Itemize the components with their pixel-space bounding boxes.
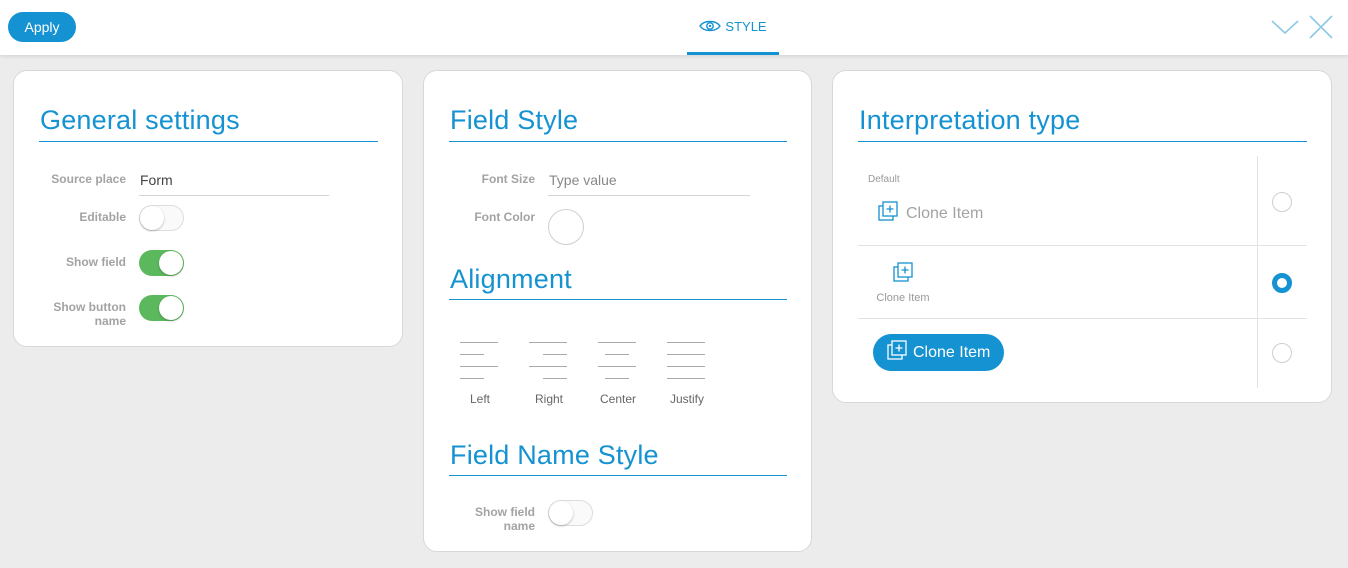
option-label: Clone Item bbox=[913, 343, 991, 361]
font-size-underline bbox=[548, 195, 750, 196]
default-tag: Default bbox=[868, 174, 900, 185]
top-toolbar: Apply STYLE bbox=[0, 0, 1348, 55]
radio-option-2[interactable] bbox=[1272, 273, 1292, 293]
source-place-value[interactable]: Form bbox=[140, 172, 173, 188]
align-center-icon bbox=[598, 342, 638, 384]
tab-style[interactable]: STYLE bbox=[687, 0, 779, 55]
title-divider bbox=[449, 475, 787, 476]
show-field-toggle[interactable] bbox=[139, 250, 184, 276]
alignment-title: Alignment bbox=[450, 264, 572, 294]
title-divider bbox=[858, 141, 1307, 142]
align-left-button[interactable] bbox=[455, 342, 505, 384]
radio-option-3[interactable] bbox=[1272, 343, 1292, 363]
show-field-name-label: Show field name bbox=[475, 505, 535, 533]
close-icon[interactable] bbox=[1307, 13, 1335, 41]
align-left-icon bbox=[460, 342, 500, 384]
option-icon-over-text-preview[interactable]: Clone Item bbox=[873, 262, 933, 304]
align-right-icon bbox=[529, 342, 569, 384]
option-label: Clone Item bbox=[906, 204, 984, 222]
field-style-title: Field Style bbox=[450, 105, 579, 135]
general-settings-card: General settings Source place Form Edita… bbox=[13, 70, 403, 347]
align-justify-label: Justify bbox=[669, 392, 704, 406]
row-divider bbox=[858, 318, 1307, 319]
option-icon-text-preview[interactable]: Clone Item bbox=[878, 201, 983, 226]
source-place-underline bbox=[139, 195, 329, 196]
title-divider bbox=[449, 141, 787, 142]
general-settings-title: General settings bbox=[40, 105, 240, 135]
interpretation-type-title: Interpretation type bbox=[859, 105, 1081, 135]
font-color-picker[interactable] bbox=[548, 209, 584, 245]
clone-icon bbox=[893, 262, 913, 287]
show-field-label: Show field bbox=[66, 255, 126, 269]
clone-icon bbox=[878, 201, 898, 226]
title-divider bbox=[39, 141, 378, 142]
align-justify-button[interactable] bbox=[662, 342, 712, 384]
field-style-card: Field Style Font Size Type value Font Co… bbox=[423, 70, 812, 552]
editable-toggle[interactable] bbox=[139, 205, 184, 231]
show-field-name-toggle[interactable] bbox=[548, 500, 593, 526]
align-right-button[interactable] bbox=[524, 342, 574, 384]
radio-option-1[interactable] bbox=[1272, 192, 1292, 212]
font-size-label: Font Size bbox=[481, 172, 535, 186]
editable-label: Editable bbox=[79, 210, 126, 224]
clone-icon bbox=[887, 340, 907, 365]
tab-style-label: STYLE bbox=[725, 18, 767, 34]
column-divider bbox=[1257, 156, 1258, 388]
option-label: Clone Item bbox=[876, 292, 930, 304]
chevron-down-icon[interactable] bbox=[1271, 13, 1299, 41]
option-button-preview[interactable]: Clone Item bbox=[873, 334, 1005, 371]
font-size-input[interactable]: Type value bbox=[549, 172, 617, 188]
row-divider bbox=[858, 245, 1307, 246]
show-button-name-toggle[interactable] bbox=[139, 295, 184, 321]
title-divider bbox=[449, 299, 787, 300]
align-center-button[interactable] bbox=[593, 342, 643, 384]
font-color-label: Font Color bbox=[474, 210, 535, 224]
apply-button[interactable]: Apply bbox=[8, 12, 76, 42]
align-right-label: Right bbox=[534, 392, 563, 406]
show-button-name-label: Show button name bbox=[53, 300, 126, 328]
align-justify-icon bbox=[667, 342, 707, 384]
align-left-label: Left bbox=[469, 392, 490, 406]
source-place-label: Source place bbox=[51, 172, 126, 186]
eye-icon bbox=[699, 19, 722, 33]
interpretation-type-card: Interpretation type Default Clone Item C… bbox=[832, 70, 1332, 403]
align-center-label: Center bbox=[599, 392, 637, 406]
field-name-style-title: Field Name Style bbox=[450, 440, 659, 470]
